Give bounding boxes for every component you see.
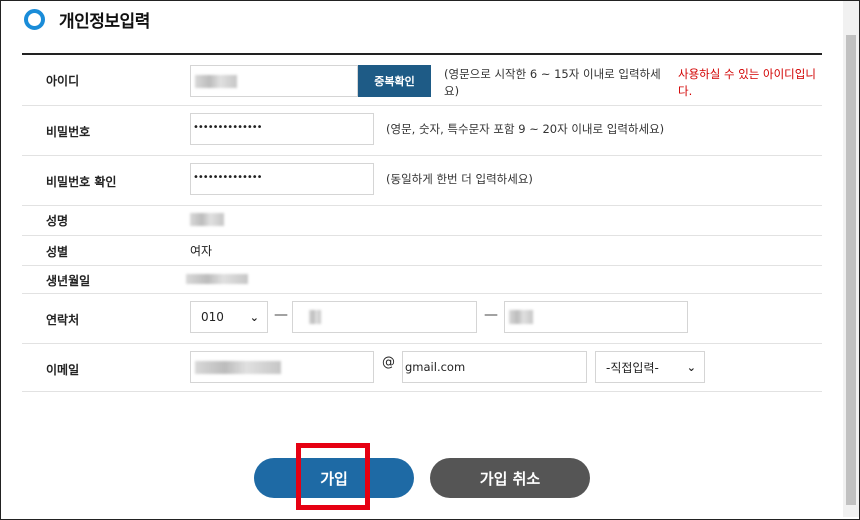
password-confirm-value: ••••••••••••••: [193, 172, 263, 183]
masked-text: [195, 361, 281, 374]
password-hint: (영문, 숫자, 특수문자 포함 9 ~ 20자 이내로 입력하세요): [386, 122, 665, 136]
email-local-input[interactable]: [190, 351, 374, 383]
email-domain-select[interactable]: -직접입력- ⌄: [595, 351, 705, 383]
birth-label: 생년월일: [46, 274, 91, 288]
id-hint: (영문으로 시작한 6 ~ 15자 이내로 입력하세요): [444, 67, 661, 98]
row-birth: 생년월일: [22, 265, 822, 294]
password-label: 비밀번호: [46, 125, 91, 139]
signup-form: 아이디 중복확인 (영문으로 시작한 6 ~ 15자 이내로 입력하세요) 사용…: [22, 53, 822, 392]
phone-label: 연락처: [46, 313, 80, 327]
highlight-box: [296, 443, 370, 510]
row-email: 이메일 @ gmail.com -직접입력- ⌄: [22, 343, 822, 392]
at-sign: @: [382, 355, 395, 370]
masked-text: [195, 75, 237, 88]
email-label: 이메일: [46, 363, 80, 377]
id-input[interactable]: [190, 65, 358, 97]
password-confirm-label: 비밀번호 확인: [46, 175, 117, 189]
password-confirm-hint: (동일하게 한번 더 입력하세요): [386, 172, 533, 186]
section-header: 개인정보입력: [24, 6, 150, 32]
name-value-masked: [190, 213, 224, 226]
masked-text: [309, 310, 321, 324]
row-gender: 성별 여자: [22, 235, 822, 266]
phone-separator-1: —: [274, 307, 288, 323]
email-domain-select-value: -직접입력-: [606, 360, 659, 375]
phone-middle-input[interactable]: [292, 301, 477, 333]
chevron-down-icon: ⌄: [686, 361, 696, 374]
row-id: 아이디 중복확인 (영문으로 시작한 6 ~ 15자 이내로 입력하세요) 사용…: [22, 55, 822, 106]
password-value: ••••••••••••••: [193, 122, 263, 133]
email-domain-value: gmail.com: [405, 360, 466, 374]
duplicate-check-button[interactable]: 중복확인: [358, 65, 431, 97]
row-password: 비밀번호 •••••••••••••• (영문, 숫자, 특수문자 포함 9 ~…: [22, 105, 822, 156]
gender-label: 성별: [46, 245, 69, 259]
email-domain-input[interactable]: gmail.com: [402, 351, 587, 383]
phone-prefix-select[interactable]: 010 ⌄: [190, 301, 268, 333]
phone-separator-2: —: [484, 307, 498, 323]
masked-text: [509, 310, 533, 324]
id-status: 사용하실 수 있는 아이디입니다.: [678, 67, 816, 98]
name-label: 성명: [46, 214, 69, 228]
phone-prefix-value: 010: [201, 310, 224, 324]
gender-value: 여자: [190, 244, 213, 258]
id-label: 아이디: [46, 74, 80, 88]
scrollbar-thumb[interactable]: [846, 35, 856, 505]
birth-value-masked: [186, 274, 248, 284]
vertical-scrollbar[interactable]: [843, 1, 859, 517]
row-name: 성명: [22, 205, 822, 236]
row-password-confirm: 비밀번호 확인 •••••••••••••• (동일하게 한번 더 입력하세요): [22, 155, 822, 206]
cancel-join-button[interactable]: 가입 취소: [430, 458, 590, 498]
circle-icon: [24, 8, 45, 30]
page-title: 개인정보입력: [59, 11, 150, 32]
password-confirm-input[interactable]: ••••••••••••••: [190, 163, 374, 195]
chevron-down-icon: ⌄: [249, 311, 259, 324]
password-input[interactable]: ••••••••••••••: [190, 113, 374, 145]
row-phone: 연락처 010 ⌄ — —: [22, 293, 822, 344]
phone-last-input[interactable]: [504, 301, 688, 333]
